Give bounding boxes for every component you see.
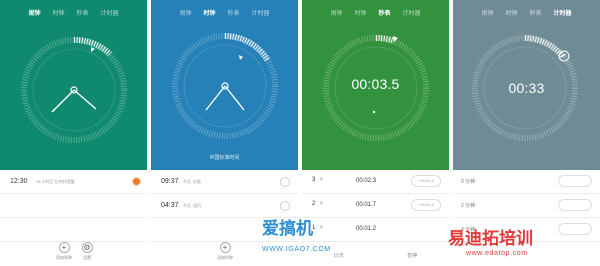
lap-time: 00:02.3 [356,178,377,184]
watermark-left-text: 爱搞机 [262,219,313,238]
alarm-header: 闹钟 时钟 秒表 计时器 [0,0,147,170]
stopwatch-time: 00:03.5 [351,76,400,92]
lap-index: 3 [312,177,316,183]
preset-pill[interactable] [558,199,592,211]
timer-time: 00:33 [508,80,545,96]
analog-clock-dial [21,36,127,143]
add-clock-label: 添加时钟 [217,255,233,260]
city-row[interactable]: 09:37 今天 伦敦 [151,170,298,194]
minute-hand [224,85,245,111]
clock-face-icon [280,177,290,187]
alarm-list: 12:30 16 小时后 后响铃提醒 + 添加闹钟 ⚙ 设置 [0,170,147,266]
hour-hand [51,89,75,113]
plus-icon[interactable]: + [219,242,231,253]
timer-handle-icon [558,50,570,62]
stopwatch-header: 闹钟 时钟 秒表 计时器 00:03.5 [302,0,449,170]
city-time: 04:37 [161,202,179,209]
lap-unit: 圈 [320,225,324,229]
alarm-time: 12:30 [10,178,28,185]
empty-row [0,218,147,242]
add-clock-action[interactable]: + 添加时钟 [210,242,240,261]
empty-row [0,194,147,218]
lap-row: 1 圈 00:01.2 [302,218,449,242]
settings-label: 设置 [83,255,91,260]
clock-header: 闹钟 时钟 秒表 计时器 中国标准时间 [151,0,298,170]
alarm-item[interactable]: 12:30 16 小时后 后响铃提醒 [0,170,147,194]
watermark-right-text: 易迪拓培训 [448,229,533,248]
city-name: 伦敦 [193,179,201,184]
city-day: 今天 [183,179,191,184]
watermark-right-url: www.edatop.com [466,250,528,257]
settings-action[interactable]: ⚙ 设置 [72,242,102,261]
preset-label: 0 分钟 [461,179,476,185]
preset-row[interactable]: 0 分钟 [453,170,600,194]
minute-hand [73,89,97,110]
lap-index: 2 [312,201,316,207]
hour-hand [205,85,226,111]
lap-row: 2 圈 00:01.7 +00:00.5 [302,194,449,218]
preset-pill[interactable] [558,223,592,235]
preset-label: 2 分钟 [461,203,476,209]
city-name: 纽约 [193,203,201,208]
gear-icon[interactable]: ⚙ [81,242,93,253]
alarm-pointer-icon [91,47,95,52]
alarm-toggle[interactable] [132,177,141,186]
lap-diff: +00:00.5 [411,175,441,187]
timer-header: 闹钟 时钟 秒表 计时器 00:33 [453,0,600,170]
pause-button[interactable]: 暂停 [407,252,417,259]
lap-unit: 圈 [320,177,324,181]
lap-time: 00:01.7 [356,202,377,208]
preset-pill[interactable] [558,175,592,187]
lap-row: 3 圈 00:02.3 +00:00.5 [302,170,449,194]
stopwatch-panel: 闹钟 时钟 秒表 计时器 00:03.5 3 圈 00:02.3 +00:00.… [302,0,449,266]
clock-face-icon [280,201,290,211]
alarm-subtext: 16 小时后 后响铃提醒 [36,179,75,184]
city-day: 今天 [183,203,191,208]
lap-diff: +00:00.5 [411,199,441,211]
alarm-panel: 闹钟 时钟 秒表 计时器 12:30 16 小时后 后响铃提醒 + 添加闹钟 ⚙ [0,0,147,266]
lap-button[interactable]: 计次 [334,252,344,259]
city-time: 09:37 [161,178,179,185]
second-pointer-icon [239,55,243,60]
lap-time: 00:01.2 [356,226,377,232]
plus-icon[interactable]: + [58,242,70,253]
preset-row[interactable]: 2 分钟 [453,194,600,218]
lap-unit: 圈 [320,201,324,205]
world-clock-dial [172,33,278,139]
lap-marker [372,110,376,114]
timezone-caption: 中国标准时间 [209,155,240,161]
watermark-left-url: WWW.IGAO7.COM [262,246,331,253]
